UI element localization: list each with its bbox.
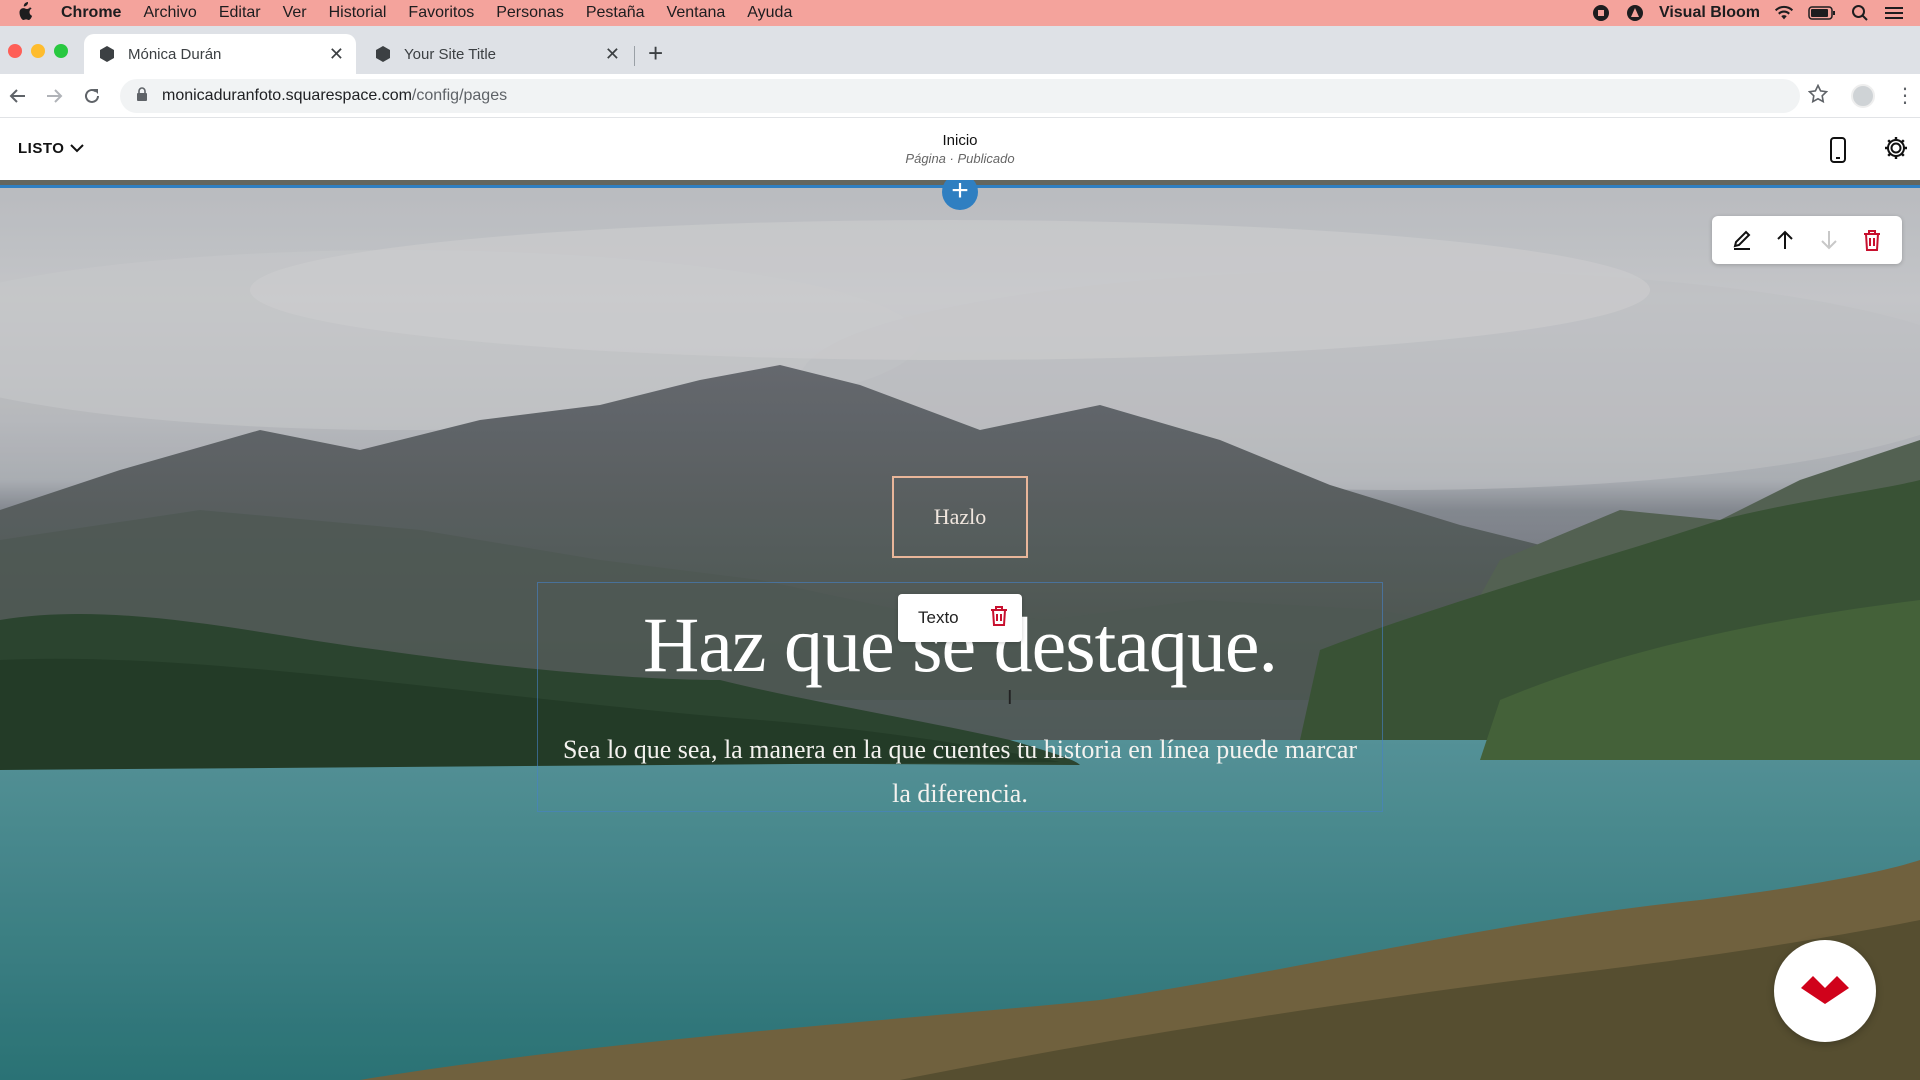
apple-icon[interactable] xyxy=(0,1,50,25)
new-tab-icon[interactable]: + xyxy=(648,38,663,68)
hero-cta-button[interactable]: Hazlo xyxy=(892,476,1028,558)
hero-section[interactable]: + Hazlo Haz que se destaque. Sea lo que … xyxy=(0,180,1920,1080)
record-icon[interactable] xyxy=(1591,3,1611,23)
menu-ver[interactable]: Ver xyxy=(272,4,318,22)
tab-title: Your Site Title xyxy=(404,45,496,63)
zoom-window-button[interactable] xyxy=(54,44,68,58)
minimize-window-button[interactable] xyxy=(31,44,45,58)
url-path: /config/pages xyxy=(411,87,508,104)
help-widget-button[interactable] xyxy=(1774,940,1876,1042)
close-window-button[interactable] xyxy=(8,44,22,58)
close-tab-icon[interactable]: ✕ xyxy=(329,44,344,64)
tab-your-site-title[interactable]: Your Site Title ✕ xyxy=(360,34,632,74)
squarespace-favicon-icon xyxy=(374,45,392,63)
hero-cta-label: Hazlo xyxy=(933,504,987,529)
battery-icon[interactable] xyxy=(1808,3,1836,23)
menu-pestana[interactable]: Pestaña xyxy=(575,4,656,22)
control-center-icon[interactable] xyxy=(1884,3,1904,23)
plus-icon: + xyxy=(951,180,969,207)
more-icon[interactable]: ⋮ xyxy=(1895,84,1915,108)
profile-icon[interactable] xyxy=(1851,84,1875,108)
mobile-icon[interactable] xyxy=(1828,136,1848,169)
logo-icon xyxy=(1799,972,1851,1011)
tab-divider xyxy=(634,46,635,66)
menubar-username[interactable]: Visual Bloom xyxy=(1659,4,1760,22)
arrow-down-icon[interactable] xyxy=(1815,226,1843,254)
text-block-label[interactable]: Texto xyxy=(918,608,959,628)
wifi-icon[interactable] xyxy=(1774,3,1794,23)
text-block-popover: Texto xyxy=(898,594,1022,642)
reload-icon[interactable] xyxy=(80,84,104,108)
menu-bar: Chrome Archivo Editar Ver Historial Favo… xyxy=(0,0,1920,26)
menubar-status: Visual Bloom xyxy=(1591,0,1920,26)
tab-title: Mónica Durán xyxy=(128,45,222,63)
menu-editar[interactable]: Editar xyxy=(208,4,272,22)
url-host: monicaduranfoto.squarespace.com xyxy=(162,87,412,104)
arrow-up-icon[interactable] xyxy=(1771,226,1799,254)
hero-body-text[interactable]: Sea lo que sea, la manera en la que cuen… xyxy=(560,728,1360,816)
section-toolbar xyxy=(1712,216,1902,264)
menu-personas[interactable]: Personas xyxy=(485,4,575,22)
menu-archivo[interactable]: Archivo xyxy=(132,4,207,22)
pencil-icon[interactable] xyxy=(1728,226,1756,254)
menu-favoritos[interactable]: Favoritos xyxy=(397,4,485,22)
menu-ayuda[interactable]: Ayuda xyxy=(736,4,803,22)
star-icon[interactable] xyxy=(1807,83,1829,109)
back-icon[interactable] xyxy=(6,84,30,108)
address-bar[interactable]: monicaduranfoto.squarespace.com/config/p… xyxy=(120,79,1800,113)
close-tab-icon[interactable]: ✕ xyxy=(605,44,620,64)
squarespace-favicon-icon xyxy=(98,45,116,63)
page-status: Página · Publicado xyxy=(905,151,1015,166)
trash-icon[interactable] xyxy=(990,605,1008,631)
url-text[interactable]: monicaduranfoto.squarespace.com/config/p… xyxy=(162,87,507,105)
user-badge-icon[interactable] xyxy=(1625,3,1645,23)
tab-monica-duran[interactable]: Mónica Durán ✕ xyxy=(84,34,356,74)
trash-icon[interactable] xyxy=(1858,226,1886,254)
page-title: Inicio xyxy=(942,132,978,149)
menu-app-name[interactable]: Chrome xyxy=(50,4,132,22)
lock-icon[interactable] xyxy=(136,86,148,106)
gear-icon[interactable] xyxy=(1882,134,1910,167)
text-cursor-icon: I xyxy=(1007,687,1013,709)
menu-ventana[interactable]: Ventana xyxy=(656,4,737,22)
editor-header: LISTO Inicio Página · Publicado xyxy=(0,118,1920,180)
forward-icon[interactable] xyxy=(42,84,66,108)
search-icon[interactable] xyxy=(1850,3,1870,23)
browser-toolbar: monicaduranfoto.squarespace.com/config/p… xyxy=(0,74,1920,118)
menu-historial[interactable]: Historial xyxy=(318,4,398,22)
